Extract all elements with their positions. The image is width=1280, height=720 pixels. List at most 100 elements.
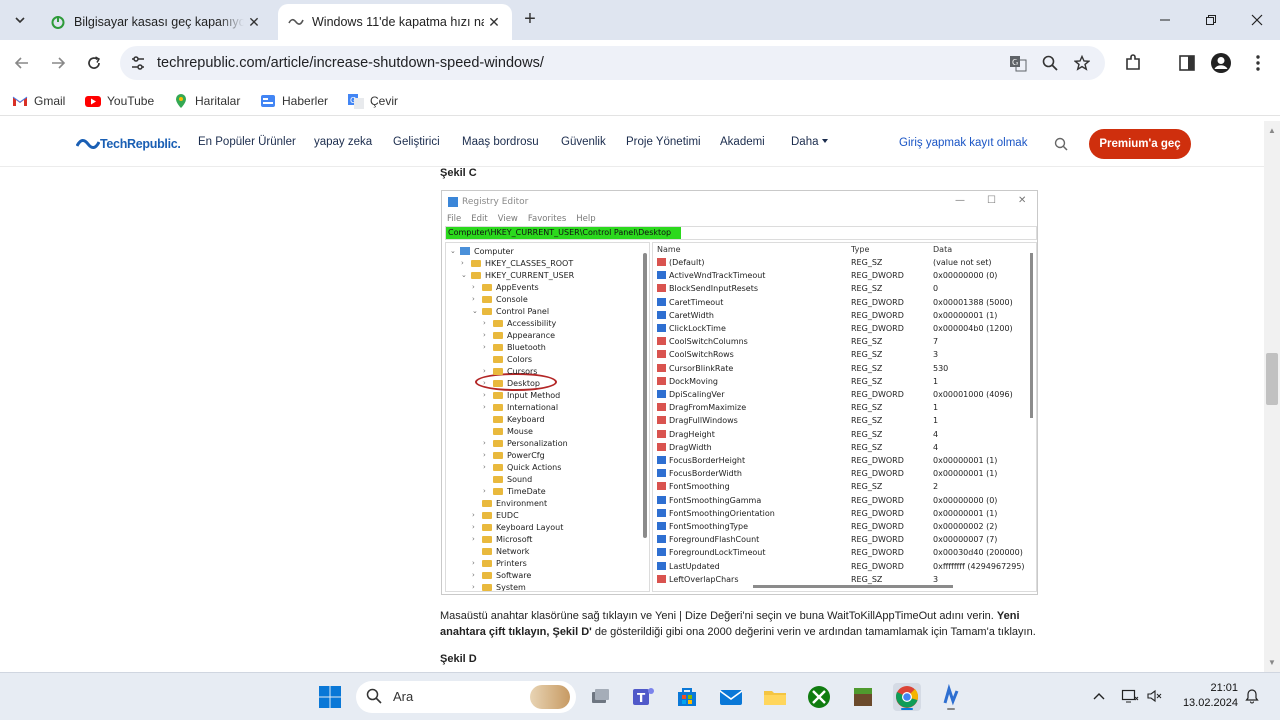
close-window-button[interactable]: [1234, 6, 1280, 34]
page-scrollbar[interactable]: ▲ ▼: [1264, 121, 1280, 672]
tab-search-button[interactable]: [8, 8, 32, 32]
chevron-right-icon: ›: [483, 463, 486, 471]
xbox-icon[interactable]: [805, 683, 833, 711]
binary-value-icon: [657, 522, 666, 530]
caret-down-icon: [821, 139, 828, 143]
close-icon[interactable]: ✕: [244, 12, 264, 32]
forward-button[interactable]: [45, 50, 71, 76]
scroll-down-icon[interactable]: ▼: [1268, 659, 1276, 667]
value-data: 0x00000000 (0): [933, 495, 998, 505]
regedit-menubar: File Edit View Favorites Help: [447, 214, 596, 224]
folder-icon: [493, 415, 503, 423]
registry-value-row: DragFullWindows REG_SZ 1: [653, 415, 1033, 428]
value-type: REG_SZ: [851, 403, 883, 413]
nav-security[interactable]: Güvenlik: [561, 136, 606, 148]
string-value-icon: [657, 429, 666, 438]
value-name: (Default): [669, 258, 705, 267]
site-search-button[interactable]: [1046, 129, 1076, 159]
zoom-icon[interactable]: [1040, 53, 1060, 73]
bookmark-label: Haberler: [282, 94, 329, 108]
back-button[interactable]: [9, 50, 35, 76]
folder-icon: [471, 259, 481, 267]
chrome-icon[interactable]: [893, 683, 921, 711]
tree-node-label: Bluetooth: [507, 342, 546, 352]
close-icon[interactable]: ✕: [484, 12, 504, 32]
registry-value-row: LeftOverlapChars REG_SZ 3: [653, 574, 1033, 587]
tree-node: ⌄ Computer: [450, 245, 514, 257]
translate-page-icon[interactable]: G: [1008, 53, 1028, 73]
techrepublic-logo[interactable]: TechRepublic.: [76, 133, 181, 155]
taskbar-clock[interactable]: 21:01 13.02.2024: [1180, 681, 1238, 711]
value-name: CaretWidth: [669, 310, 714, 320]
tab-windows-shutdown[interactable]: Windows 11'de kapatma hızı na ✕: [278, 4, 512, 40]
bookmark-news[interactable]: Haberler: [260, 92, 328, 110]
tree-node-label: HKEY_CURRENT_USER: [485, 270, 575, 280]
bookmark-gmail[interactable]: Gmail: [12, 92, 65, 110]
taskbar-search[interactable]: Ara: [356, 681, 576, 713]
value-data: 1: [933, 416, 939, 426]
notification-bell-icon[interactable]: [1243, 686, 1261, 706]
chevron-right-icon: ›: [483, 319, 486, 327]
nav-academy[interactable]: Akademi: [720, 136, 765, 148]
tree-node-label: Input Method: [507, 390, 561, 400]
reload-button[interactable]: [81, 50, 107, 76]
tree-node-label: Computer: [474, 246, 514, 256]
bookmark-translate[interactable]: G Çevir: [348, 92, 398, 110]
nav-developer[interactable]: Geliştirici: [393, 136, 440, 148]
address-bar[interactable]: techrepublic.com/article/increase-shutdo…: [120, 46, 1105, 80]
minimize-button[interactable]: [1142, 6, 1188, 34]
search-highlight-illustration: [530, 685, 570, 709]
tree-node: › EUDC: [472, 509, 519, 521]
nav-payroll[interactable]: Maaş bordrosu: [462, 136, 539, 148]
login-register-link[interactable]: Giriş yapmak kayıt olmak: [899, 137, 1027, 149]
value-name: FontSmoothingGamma: [669, 495, 762, 505]
site-info-icon: [132, 56, 144, 70]
binary-value-icon: [657, 390, 666, 398]
article-content: Şekil C Registry Editor — ☐ ✕ File Edit …: [0, 167, 1264, 672]
binary-value-icon: [657, 508, 666, 517]
folder-icon: [482, 511, 492, 519]
bookmark-youtube[interactable]: YouTube: [85, 92, 154, 110]
premium-button[interactable]: Premium'a geç: [1089, 129, 1191, 159]
minecraft-icon[interactable]: [849, 683, 877, 711]
tab-strip: Bilgisayar kasası geç kapanıyor ✕ Window…: [0, 0, 1280, 40]
scroll-up-icon[interactable]: ▲: [1268, 127, 1276, 135]
tree-node-label: Cursors: [507, 366, 538, 376]
tree-node: › Quick Actions: [483, 461, 561, 473]
new-tab-button[interactable]: +: [518, 9, 542, 30]
tray-overflow-chevron-icon[interactable]: [1090, 686, 1108, 706]
microsoft-store-icon[interactable]: [673, 683, 701, 711]
value-data: 0x000004b0 (1200): [933, 324, 1013, 333]
value-type: REG_DWORD: [851, 456, 904, 465]
volume-muted-icon[interactable]: [1146, 686, 1164, 706]
folder-icon: [482, 295, 492, 303]
network-icon[interactable]: [1121, 686, 1139, 706]
extensions-icon[interactable]: [1122, 52, 1144, 74]
nav-popular-products[interactable]: En Popüler Ürünler: [198, 136, 296, 148]
menu-kebab-icon[interactable]: [1247, 52, 1269, 74]
string-value-icon: [657, 574, 666, 583]
side-panel-icon[interactable]: [1176, 52, 1198, 74]
teams-icon[interactable]: T: [629, 683, 657, 711]
value-name: DragHeight: [669, 429, 715, 439]
tree-node: › Desktop: [483, 377, 540, 389]
tree-node-label: Environment: [496, 498, 548, 508]
nav-more[interactable]: Daha: [791, 136, 829, 148]
mail-icon[interactable]: [717, 683, 745, 711]
file-explorer-icon[interactable]: [761, 683, 789, 711]
folder-icon: [482, 499, 492, 507]
scroll-thumb[interactable]: [1266, 353, 1278, 405]
bookmark-maps[interactable]: Haritalar: [173, 92, 240, 110]
cheat-engine-icon[interactable]: [937, 683, 965, 711]
nav-project-management[interactable]: Proje Yönetimi: [626, 136, 701, 148]
registry-value-row: FocusBorderWidth REG_DWORD 0x00000001 (1): [653, 468, 1033, 481]
restore-button[interactable]: [1188, 6, 1234, 34]
nav-ai[interactable]: yapay zeka: [314, 136, 372, 148]
profile-avatar-icon[interactable]: [1210, 52, 1232, 74]
windows-start-icon[interactable]: [318, 685, 342, 709]
task-view-icon[interactable]: [586, 683, 614, 711]
chevron-right-icon: ›: [483, 343, 486, 351]
folder-icon: [493, 391, 503, 399]
tab-shutdown-question[interactable]: Bilgisayar kasası geç kapanıyor ✕: [40, 4, 272, 40]
bookmark-star-icon[interactable]: [1072, 53, 1092, 73]
